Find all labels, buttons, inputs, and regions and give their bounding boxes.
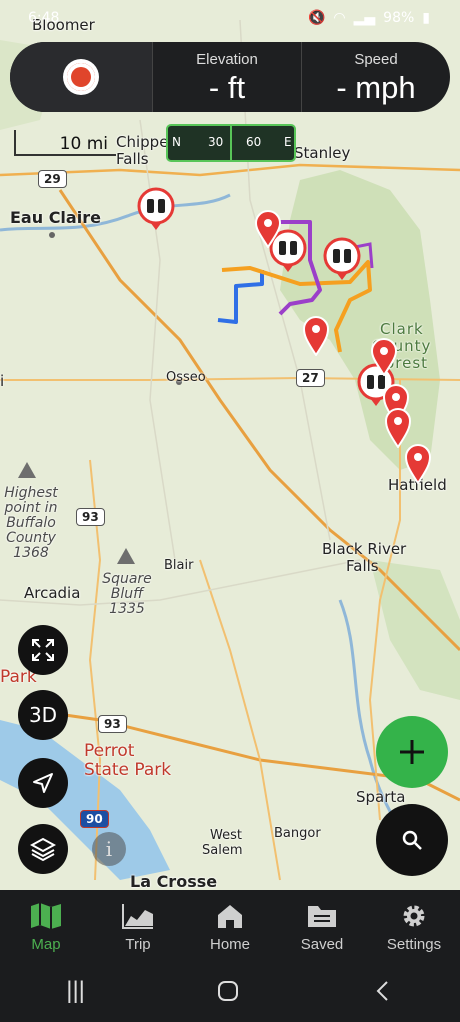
bottom-tab-bar: Map Trip Home Saved Settings: [0, 890, 460, 960]
compass-e: E: [284, 135, 292, 149]
fullscreen-button[interactable]: [18, 625, 68, 675]
speed-value: - mph: [336, 70, 416, 105]
expand-icon: [32, 639, 54, 661]
back-icon[interactable]: [372, 980, 394, 1002]
battery-icon: ▮: [422, 10, 430, 26]
status-bar: 6:48 🔇 ◠ ▂▄ 98% ▮: [0, 0, 460, 36]
folder-icon: [308, 906, 336, 927]
label-blair: Blair: [164, 558, 194, 573]
route-shield-29: 29: [38, 170, 67, 188]
elevation-title: Elevation: [196, 51, 258, 68]
gear-icon: [403, 905, 425, 927]
tab-settings-label: Settings: [386, 936, 442, 953]
system-nav-bar: |||: [0, 960, 460, 1022]
label-stanley: Stanley: [294, 144, 351, 162]
compass-60: 60: [246, 135, 262, 149]
speed-title: Speed: [354, 51, 398, 68]
label-sparta: Sparta: [356, 788, 406, 806]
location-pin-icon[interactable]: [384, 408, 412, 448]
info-icon[interactable]: i: [92, 832, 126, 866]
label-bangor: Bangor: [274, 826, 321, 841]
elevation-value: - ft: [208, 70, 246, 105]
battery-percent: 98%: [383, 10, 415, 26]
map-icon: [31, 903, 61, 929]
tracking-hud: Elevation - ft Speed - mph: [10, 42, 450, 112]
tab-trip[interactable]: Trip: [92, 890, 184, 960]
plus-icon: [400, 740, 424, 764]
route-shield-27: 27: [296, 369, 325, 387]
status-time: 6:48: [28, 10, 60, 26]
layers-button[interactable]: [18, 824, 68, 874]
label-osseo: Osseo: [166, 370, 206, 385]
tab-map-label: Map: [31, 936, 61, 953]
recent-apps-icon[interactable]: |||: [66, 977, 85, 1005]
tab-map[interactable]: Map: [0, 890, 92, 960]
speed-readout: Speed - mph: [301, 42, 450, 112]
add-button[interactable]: [376, 716, 448, 788]
label-black-river: Black River: [322, 540, 407, 558]
wifi-icon: ◠: [333, 10, 346, 26]
tab-trip-label: Trip: [125, 936, 151, 953]
mute-icon: 🔇: [307, 10, 326, 26]
binoculars-marker-icon[interactable]: [136, 186, 176, 232]
3d-toggle-button[interactable]: 3D: [18, 690, 68, 740]
label-edge-i: i: [0, 372, 5, 390]
tab-saved-label: Saved: [300, 936, 344, 953]
record-panel: [10, 42, 152, 112]
label-highest-point: Highest point in Buffalo County 1368: [4, 485, 58, 561]
tab-home[interactable]: Home: [184, 890, 276, 960]
location-pin-icon[interactable]: [370, 338, 398, 376]
label-falls: Falls: [116, 150, 149, 168]
interstate-90-shield: 90: [80, 810, 109, 828]
record-button[interactable]: [63, 59, 99, 95]
signal-icon: ▂▄: [353, 10, 376, 26]
label-arcadia: Arcadia: [24, 584, 81, 602]
location-pin-icon[interactable]: [302, 316, 330, 356]
label-perrot-state-park: Perrot State Park: [84, 741, 172, 780]
tab-saved[interactable]: Saved: [276, 890, 368, 960]
label-falls2: Falls: [346, 557, 379, 575]
route-shield-93-south: 93: [98, 715, 127, 733]
compass-30: 30: [208, 135, 224, 149]
label-square-bluff: Square Bluff 1335: [102, 571, 152, 617]
label-clark: Clark: [380, 320, 424, 338]
status-icons: 🔇 ◠ ▂▄ 98% ▮: [308, 10, 430, 26]
location-pin-icon[interactable]: [254, 210, 282, 248]
label-west: West: [210, 828, 242, 843]
elevation-readout: Elevation - ft: [152, 42, 301, 112]
compass-strip[interactable]: N 30 60 E: [166, 124, 296, 162]
binoculars-marker-icon[interactable]: [322, 236, 362, 282]
locate-button[interactable]: [18, 758, 68, 808]
tab-settings[interactable]: Settings: [368, 890, 460, 960]
compass-needle: [230, 126, 232, 160]
navigation-arrow-icon: [33, 773, 53, 793]
map-scale-bar: 10 mi: [14, 130, 116, 156]
record-icon: [67, 63, 95, 91]
route-shield-93: 93: [76, 508, 105, 526]
location-pin-icon[interactable]: [404, 444, 432, 484]
label-la-crosse: La Crosse: [130, 872, 218, 890]
tab-home-label: Home: [209, 936, 250, 953]
label-salem: Salem: [202, 843, 243, 858]
compass-n: N: [172, 135, 181, 149]
search-icon: [402, 830, 422, 850]
layers-icon: [30, 837, 56, 862]
home-circle-icon[interactable]: [217, 980, 239, 1002]
scale-label: 10 mi: [59, 134, 108, 154]
trip-chart-icon: [122, 904, 153, 929]
home-icon: [218, 905, 242, 928]
search-button[interactable]: [376, 804, 448, 876]
label-eau-claire: Eau Claire: [10, 208, 101, 227]
